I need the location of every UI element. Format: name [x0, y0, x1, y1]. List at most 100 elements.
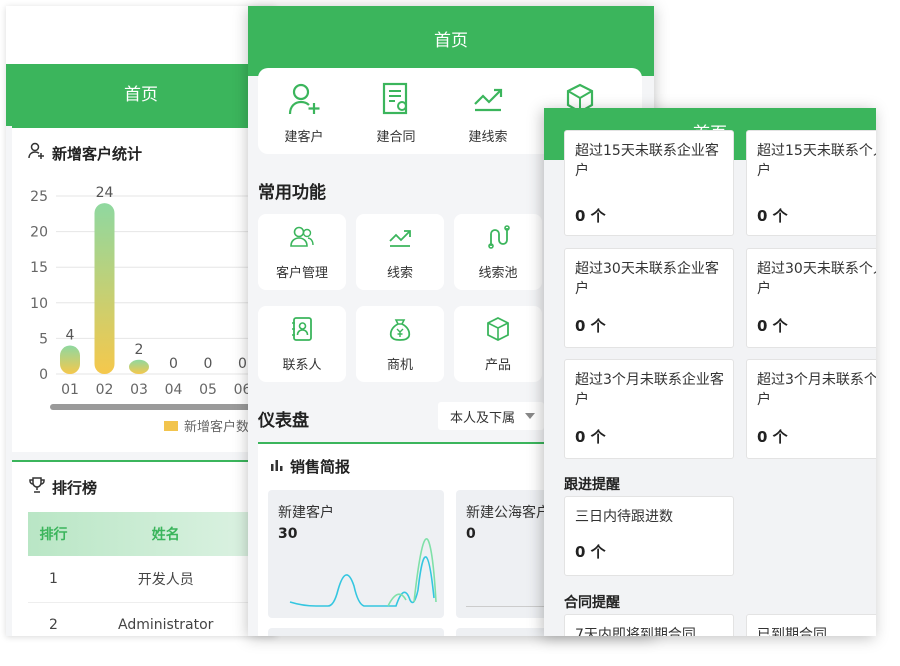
name-cell: Administrator	[78, 602, 253, 636]
add-user-icon	[287, 82, 321, 120]
function-leads[interactable]: 线索	[356, 214, 444, 290]
x-tick-label: 03	[130, 382, 148, 398]
data-label: 2	[135, 342, 144, 358]
contract-icon	[379, 82, 413, 120]
table-row[interactable]: 2 Administrator	[28, 602, 276, 636]
function-label: 商机	[386, 357, 413, 373]
function-customer-management[interactable]: 客户管理	[258, 214, 346, 290]
ranking-header-row: 排行 姓名 新	[28, 512, 276, 556]
ranking-card: 排行榜 排行 姓名 新 1 开发人员 2 Administrator	[12, 460, 276, 636]
money-bag-icon	[387, 316, 413, 346]
function-contacts[interactable]: 联系人	[258, 306, 346, 382]
x-tick-label: 04	[165, 382, 183, 398]
pool-icon	[485, 224, 511, 254]
product-box-icon	[485, 316, 511, 346]
legend-label: 新增客户数	[184, 420, 250, 435]
y-tick-label: 10	[30, 296, 48, 312]
reminder-value: 0 个	[575, 317, 606, 335]
col-rank: 排行	[39, 527, 68, 543]
reminder-card[interactable]: 超过30天未联系个人客户 0 个	[746, 248, 876, 348]
quick-label: 建线索	[468, 130, 508, 145]
customers-icon	[289, 224, 315, 254]
bar[interactable]	[129, 359, 149, 374]
metric-label: 新建公海客户	[466, 505, 550, 521]
scope-dropdown[interactable]: 本人及下属	[438, 402, 544, 430]
reminder-label: 超过30天未联系企业客户	[575, 261, 719, 297]
reminder-card[interactable]: 超过3个月未联系企业客户 0 个	[564, 359, 734, 459]
contract-label: 7天内即将到期合同	[575, 627, 696, 636]
legend-swatch	[164, 420, 178, 431]
reminder-card[interactable]: 超过30天未联系企业客户 0 个	[564, 248, 734, 348]
metric-card[interactable]	[268, 628, 444, 636]
y-tick-label: 15	[30, 260, 48, 276]
followup-card[interactable]: 三日内待跟进数 0 个	[564, 496, 734, 576]
page-header: 首页	[248, 6, 654, 76]
table-row[interactable]: 1 开发人员	[28, 556, 276, 603]
col-name: 姓名	[151, 527, 180, 543]
reminder-card[interactable]: 超过15天未联系企业客户 0 个	[564, 130, 734, 236]
quick-create-contract[interactable]: 建合同	[350, 68, 442, 154]
reminder-list: 超过15天未联系企业客户 0 个 超过15天未联系个人客户 0 个 超过30天未…	[544, 130, 876, 636]
contract-card[interactable]: 7天内即将到期合同	[564, 614, 734, 636]
followup-label: 三日内待跟进数	[575, 509, 673, 525]
quick-create-lead[interactable]: 建线索	[442, 68, 534, 154]
reminder-value: 0 个	[757, 207, 788, 225]
metric-card[interactable]: 新建客户 30	[268, 490, 444, 618]
quick-label: 建客户	[284, 130, 324, 145]
bar[interactable]	[94, 203, 115, 374]
metric-value: 0	[466, 526, 476, 542]
reminder-label: 超过3个月未联系企业客户	[575, 372, 724, 408]
ranking-table: 排行 姓名 新 1 开发人员 2 Administrator	[28, 512, 276, 636]
x-tick-label: 05	[199, 382, 217, 398]
x-tick-label: 02	[96, 382, 114, 398]
function-label: 线索池	[478, 265, 518, 281]
sales-brief-title: 销售简报	[270, 456, 350, 477]
ranking-title-text: 排行榜	[52, 478, 98, 497]
x-tick-label: 01	[61, 382, 79, 398]
function-opportunities[interactable]: 商机	[356, 306, 444, 382]
reminder-card[interactable]: 超过3个月未联系个人客户 0 个	[746, 359, 876, 459]
y-tick-label: 25	[30, 189, 48, 205]
trophy-icon	[28, 476, 46, 498]
caret-down-icon	[525, 413, 536, 419]
chart-legend[interactable]: 新增客户数	[164, 416, 249, 435]
data-label: 0	[238, 356, 247, 372]
top-blank-area	[6, 6, 276, 64]
chart-scrollbar[interactable]	[50, 404, 276, 410]
trend-icon	[387, 224, 413, 254]
function-label: 产品	[484, 357, 511, 373]
page-title: 首页	[434, 31, 468, 51]
function-lead-pool[interactable]: 线索池	[454, 214, 542, 290]
quick-create-customer[interactable]: 建客户	[258, 68, 350, 154]
function-products[interactable]: 产品	[454, 306, 542, 382]
followup-value: 0 个	[575, 543, 606, 561]
scope-selected-value: 本人及下属	[450, 410, 516, 426]
reminder-card[interactable]: 超过15天未联系个人客户 0 个	[746, 130, 876, 236]
reminder-label: 超过30天未联系个人客户	[757, 261, 876, 297]
reminder-value: 0 个	[757, 317, 788, 335]
contract-card[interactable]: 已到期合同	[746, 614, 876, 636]
page-header: 首页	[6, 64, 276, 126]
y-tick-label: 20	[30, 225, 48, 241]
rank-cell: 2	[28, 602, 79, 636]
reminder-value: 0 个	[575, 428, 606, 446]
bar[interactable]	[60, 345, 80, 374]
name-cell: 开发人员	[78, 556, 253, 603]
bar-chart-icon	[270, 458, 284, 476]
reminder-label: 超过15天未联系企业客户	[575, 143, 719, 179]
metric-sparkline	[289, 537, 437, 607]
contract-label: 已到期合同	[757, 627, 827, 636]
common-functions-title: 常用功能	[258, 183, 326, 203]
data-label: 4	[66, 328, 75, 344]
data-label: 0	[169, 356, 178, 372]
home-screen-right: 首页 超过15天未联系企业客户 0 个 超过15天未联系个人客户 0 个 超过3…	[544, 108, 876, 636]
rank-cell: 1	[28, 556, 79, 603]
reminder-label: 超过3个月未联系个人客户	[757, 372, 876, 408]
function-label: 联系人	[282, 357, 322, 373]
y-tick-label: 0	[39, 367, 48, 383]
bar-chart-svg: 25201510504012402203004005006	[30, 185, 276, 410]
data-label: 24	[96, 185, 114, 201]
reminder-label: 超过15天未联系个人客户	[757, 143, 876, 179]
quick-label: 建合同	[376, 130, 416, 145]
followup-section-title: 跟进提醒	[564, 477, 620, 493]
